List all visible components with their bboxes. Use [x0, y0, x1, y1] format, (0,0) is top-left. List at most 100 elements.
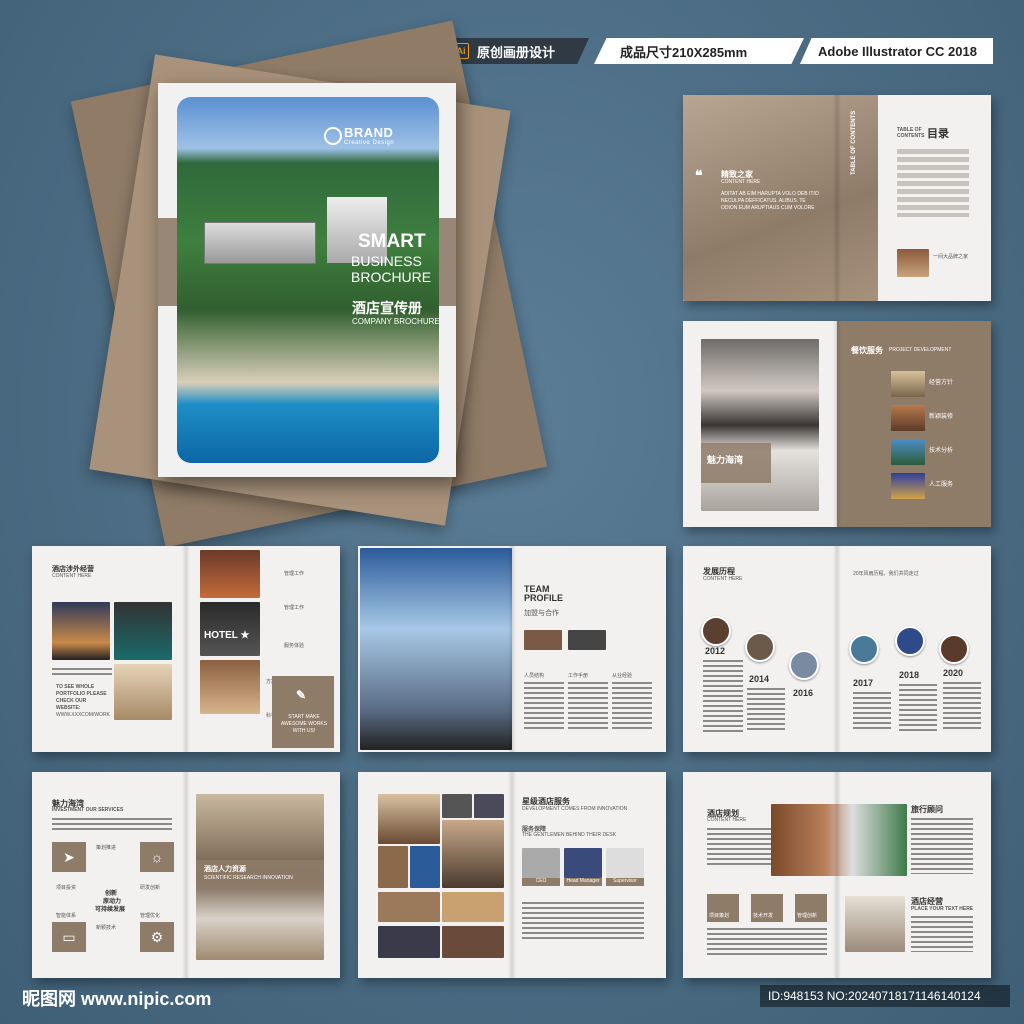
software-tag: Adobe Illustrator CC 2018 [800, 38, 993, 64]
cover-en-sub: COMPANY BROCHURE [352, 317, 440, 326]
bulb-icon: ☼ [140, 842, 174, 872]
manage-sub: PLACE YOUR TEXT HERE [911, 906, 974, 912]
plan-box-label-2: 技术开发 [753, 913, 774, 919]
bay-label-2: 项目投资 [56, 885, 77, 891]
toc-en: TABLE OF CONTENTS [897, 127, 925, 139]
team-col-2: 工作手册 [568, 673, 589, 679]
team-title-2: PROFILE [524, 593, 564, 603]
toc-quote: ADITAT AB EIM HARUPTA VOLO DEB ITIO NECU… [721, 191, 819, 211]
hr-sub: SCIENTIFIC RESEARCH INNOVATION [204, 875, 293, 881]
lobby-photo [200, 660, 260, 714]
year-2016: 2016 [793, 688, 814, 698]
history-text-3 [853, 692, 891, 732]
caption-head-manager: Head Manager [564, 878, 602, 886]
team-text-1 [524, 682, 564, 732]
cover-title-business: BUSINESS [351, 253, 422, 269]
item-photo-4 [891, 473, 925, 499]
item-label-2: 新颖装修 [929, 414, 954, 420]
size-tag: 成品尺寸210X285mm [594, 38, 804, 64]
spread-team-profile: TEAM PROFILE 加盟与合作 人员结构 工作手册 从业经验 [358, 546, 666, 752]
service-photo-10 [442, 926, 504, 958]
service-photo-8 [442, 892, 504, 922]
label-1: 管理工作 [284, 571, 305, 577]
brochure-cover: BRAND Creative Design SMART BUSINESS BROC… [158, 83, 456, 477]
restaurant-wide-photo [771, 804, 907, 876]
bay-label-1: 策划推进 [96, 845, 117, 851]
toc-cn: 目录 [927, 128, 949, 140]
bay-label-5: 管理优化 [140, 913, 161, 919]
spread-overseas: 酒店涉外经营 CONTENT HERE TO SEE WHOLE PORTFOL… [32, 546, 340, 752]
hr-title: 酒店人力资源 [204, 866, 246, 873]
caption-supervisor: Supervisor [606, 878, 644, 886]
portfolio-cta: TO SEE WHOLE PORTFOLIO PLEASE CHECK OUR … [56, 684, 107, 711]
plan-box-text [707, 928, 827, 958]
staff-photo-1 [522, 848, 560, 878]
plan-box-label-1: 项目策划 [709, 913, 730, 919]
cta-panel [272, 676, 334, 748]
item-photo-1 [891, 371, 925, 397]
team-col-1: 人员结构 [524, 673, 545, 679]
toc-heading-en: CONTENT HERE [721, 179, 761, 185]
travel-title: 旅行顾问 [911, 805, 943, 814]
staff-photo-3 [606, 848, 644, 878]
spread-catering: 魅力海湾 餐饮服务 PROJECT DEVELOPMENT 经营方针 新颖装修 … [683, 321, 991, 527]
quote-icon: ❝ [695, 167, 703, 183]
catering-title: 餐饮服务 [851, 346, 883, 355]
year-2014: 2014 [749, 674, 770, 684]
design-type-tag: Ai 原创画册设计 [443, 38, 589, 64]
hotel-building [205, 223, 315, 263]
service-photo-4 [442, 820, 504, 888]
plan-sub: CONTENT HERE [707, 817, 747, 823]
label-2: 管理工作 [284, 605, 305, 611]
staff-photo-2 [564, 848, 602, 878]
history-photo-3 [789, 650, 819, 680]
history-sub: CONTENT HERE [703, 576, 743, 582]
service-photo-3 [474, 794, 504, 818]
send-icon: ➤ [52, 842, 86, 872]
history-text-2 [747, 688, 785, 732]
item-photo-2 [891, 405, 925, 431]
design-type-label: 原创画册设计 [477, 44, 556, 60]
manage-text [911, 916, 973, 952]
settings-icon: ⚙ [140, 922, 174, 952]
hotel-sign-photo [200, 602, 260, 656]
history-note: 20年风雨历程，我们共同走过 [853, 571, 919, 577]
item-label-4: 人工服务 [929, 482, 954, 488]
bay-label-3: 新颖技术 [96, 925, 117, 931]
team-text-3 [612, 682, 652, 732]
service-photo-2 [442, 794, 472, 818]
edit-icon: ✎ [296, 688, 307, 702]
history-photo-1 [701, 616, 731, 646]
item-label-1: 经营方针 [929, 380, 954, 386]
toc-list [897, 149, 969, 217]
catering-title-en: PROJECT DEVELOPMENT [889, 347, 952, 353]
portfolio-url: WWW.XXXCOM/WORK [56, 712, 110, 718]
cta-text: START MAKE AWESOME WORKS WITH US! [280, 714, 328, 734]
service-photo-1 [378, 794, 440, 844]
star-sub: DEVELOPMENT COMES FROM INNOVATION [522, 806, 628, 812]
team-text-2 [568, 682, 608, 732]
history-text-4 [899, 684, 937, 732]
service-photo-9 [378, 926, 440, 958]
history-text-1 [703, 660, 743, 732]
team-photo-2 [568, 630, 606, 650]
spread-bay: 魅力海湾 INVESTMENT OUR SERVICES ➤ ☼ ▭ ⚙ 策划推… [32, 772, 340, 978]
service-photo-7 [378, 892, 440, 922]
service-photo-5 [378, 846, 408, 888]
spread-planning: 酒店规划 CONTENT HERE 项目策划 技术开发 管理创新 旅行顾问 酒店… [683, 772, 991, 978]
brand-name: BRAND Creative Design [344, 125, 395, 146]
lobby-thumb [897, 249, 929, 277]
bay-label-6: 智能体系 [56, 913, 77, 919]
room-photo [114, 664, 172, 720]
overseas-sub: CONTENT HERE [52, 573, 92, 579]
caption-ceo: CEO [522, 878, 560, 886]
spread-star-service: 星级酒店服务 DEVELOPMENT COMES FROM INNOVATION… [358, 772, 666, 978]
history-photo-4 [849, 634, 879, 664]
chat-icon: ▭ [52, 922, 86, 952]
site-watermark: 昵图网 www.nipic.com [22, 989, 212, 1009]
item-label-3: 技术分析 [929, 448, 954, 454]
star-text [522, 902, 644, 942]
team-photo-1 [524, 630, 562, 650]
history-photo-6 [939, 634, 969, 664]
tower-photo [360, 548, 512, 750]
